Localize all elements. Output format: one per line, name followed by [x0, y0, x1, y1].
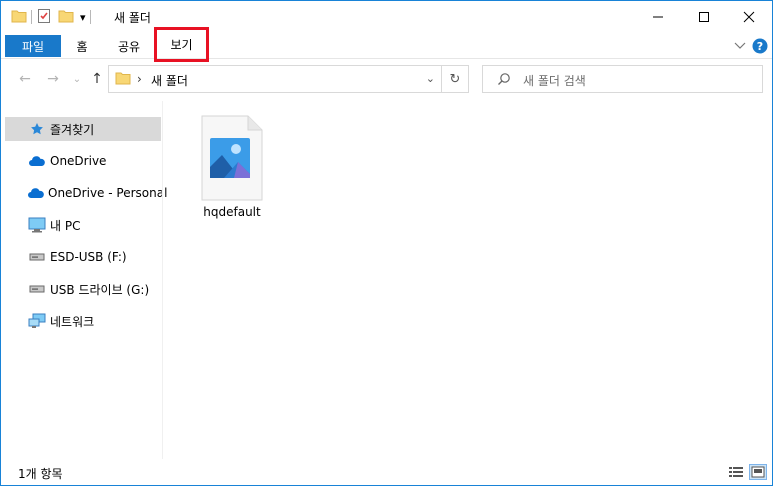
close-button[interactable] — [726, 1, 772, 33]
breadcrumb-current[interactable]: 새 폴더 — [151, 72, 188, 89]
expand-ribbon-icon[interactable] — [731, 37, 749, 55]
minimize-button[interactable] — [635, 1, 681, 33]
address-dropdown-icon[interactable]: ⌄ — [426, 72, 435, 85]
sidebar-item-onedrive[interactable]: OneDrive — [5, 149, 161, 173]
sidebar-item-network[interactable]: 네트워크 — [5, 309, 161, 333]
cloud-icon — [27, 153, 47, 169]
sidebar-item-label: OneDrive — [50, 154, 107, 168]
forward-button[interactable]: → — [43, 69, 63, 89]
sidebar-item-label: USB 드라이브 (G:) — [50, 282, 150, 297]
refresh-button[interactable]: ↻ — [442, 65, 469, 93]
tab-file[interactable]: 파일 — [5, 35, 61, 57]
file-item[interactable]: hqdefault — [196, 111, 268, 223]
sidebar-item-label: OneDrive - Personal — [48, 186, 168, 200]
folder-icon — [11, 9, 27, 26]
sidebar-item-usb-drive[interactable]: USB 드라이브 (G:) — [5, 277, 161, 301]
network-icon — [27, 313, 47, 329]
maximize-button[interactable] — [681, 1, 727, 33]
file-name: hqdefault — [203, 205, 261, 219]
back-button[interactable]: ← — [15, 69, 35, 89]
properties-icon[interactable] — [36, 8, 52, 27]
cloud-icon — [27, 185, 45, 201]
tab-view[interactable]: 보기 — [154, 27, 209, 62]
up-button[interactable]: ↑ — [87, 69, 107, 89]
customize-toolbar-icon[interactable]: ▾ — [80, 11, 86, 24]
explorer-window: ▾ 새 폴더 파일 홈 공유 보기 ? ← → ⌄ ↑ › 새 폴더 ⌄ ↻ 새… — [0, 0, 773, 486]
tab-home[interactable]: 홈 — [65, 34, 99, 58]
address-bar[interactable]: › 새 폴더 ⌄ — [108, 65, 442, 93]
search-placeholder: 새 폴더 검색 — [523, 74, 586, 88]
status-bar: 1개 항목 — [1, 461, 772, 485]
drive-icon — [27, 281, 47, 297]
new-folder-icon[interactable] — [58, 9, 74, 26]
sidebar-item-onedrive-personal[interactable]: OneDrive - Personal — [5, 181, 167, 205]
sidebar-item-label: 즐겨찾기 — [50, 122, 95, 137]
navigation-bar: ← → ⌄ ↑ › 새 폴더 ⌄ ↻ 새 폴더 검색 — [1, 59, 772, 99]
sidebar-item-esd-usb[interactable]: ESD-USB (F:) — [5, 245, 161, 269]
navigation-pane: 즐겨찾기 OneDrive OneDrive - Personal 내 PC E… — [1, 109, 167, 459]
tab-share[interactable]: 공유 — [109, 34, 149, 58]
quick-access-toolbar: ▾ — [11, 7, 95, 27]
help-icon[interactable]: ? — [751, 37, 769, 55]
search-box[interactable]: 새 폴더 검색 — [482, 65, 763, 93]
recent-locations-button[interactable]: ⌄ — [67, 69, 87, 89]
sidebar-item-label: 네트워크 — [50, 314, 95, 329]
search-icon — [497, 72, 511, 89]
folder-icon — [115, 71, 131, 88]
toolbar-separator — [89, 10, 91, 24]
drive-icon — [27, 249, 47, 265]
image-file-icon — [200, 115, 264, 204]
window-title: 새 폴더 — [114, 11, 151, 25]
title-bar: ▾ 새 폴더 — [1, 1, 772, 33]
sidebar-item-label: ESD-USB (F:) — [50, 250, 127, 264]
sidebar-item-quick-access[interactable]: 즐겨찾기 — [5, 117, 161, 141]
sidebar-item-label: 내 PC — [50, 218, 81, 233]
sidebar-item-this-pc[interactable]: 내 PC — [5, 213, 161, 237]
details-view-icon[interactable] — [727, 464, 745, 480]
toolbar-separator — [31, 10, 32, 24]
svg-text:?: ? — [757, 40, 763, 53]
ribbon-tabs: 파일 홈 공유 보기 ? — [1, 27, 772, 62]
star-icon — [27, 121, 47, 137]
monitor-icon — [27, 217, 47, 233]
pane-divider[interactable] — [162, 101, 163, 459]
breadcrumb-separator[interactable]: › — [137, 72, 142, 86]
item-count: 1개 항목 — [18, 467, 63, 481]
large-icons-view-icon[interactable] — [749, 464, 767, 480]
